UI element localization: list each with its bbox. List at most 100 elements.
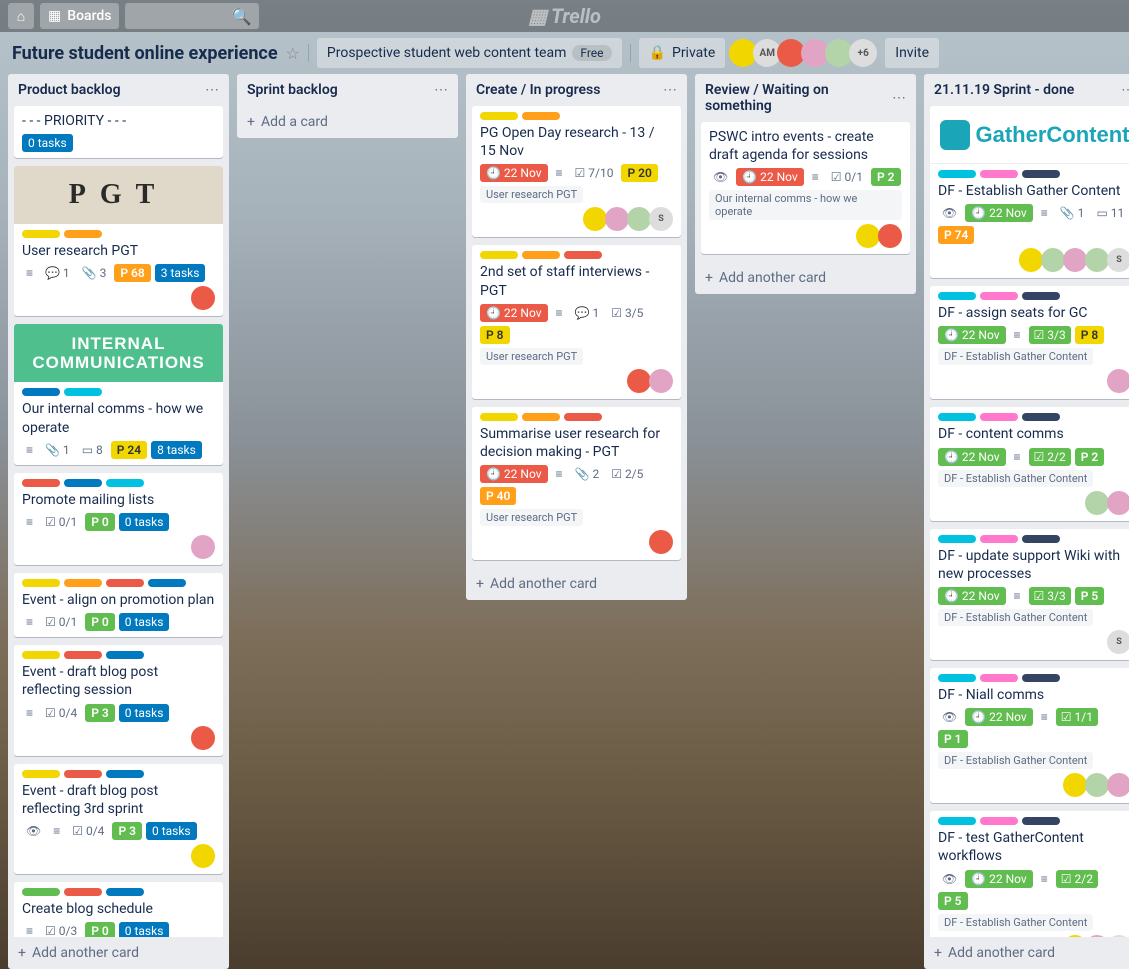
- label-teal[interactable]: [938, 413, 976, 421]
- label-blue[interactable]: [106, 770, 144, 778]
- privacy-pill[interactable]: 🔒Private: [639, 38, 726, 68]
- member-avatar[interactable]: S: [1107, 248, 1129, 272]
- label-teal[interactable]: [938, 535, 976, 543]
- label-navy[interactable]: [1022, 674, 1060, 682]
- member-avatar[interactable]: [627, 369, 651, 393]
- member-avatar[interactable]: [1085, 773, 1109, 797]
- card[interactable]: 2nd set of staff interviews - PGT🕘 22 No…: [472, 245, 681, 398]
- list-title[interactable]: 21.11.19 Sprint - done: [934, 82, 1074, 98]
- label-red[interactable]: [64, 888, 102, 896]
- label-orange[interactable]: [64, 230, 102, 238]
- label-pink[interactable]: [980, 413, 1018, 421]
- add-card-button[interactable]: +Add another card: [8, 937, 229, 969]
- member-avatar[interactable]: [1085, 491, 1109, 515]
- card[interactable]: Event - draft blog post reflecting sessi…: [14, 645, 223, 755]
- label-teal[interactable]: [64, 388, 102, 396]
- label-red[interactable]: [64, 651, 102, 659]
- label-yellow[interactable]: [22, 579, 60, 587]
- member-avatar[interactable]: [191, 286, 215, 310]
- star-button[interactable]: ☆: [286, 44, 300, 63]
- member-avatar[interactable]: [191, 726, 215, 750]
- label-green[interactable]: [22, 888, 60, 896]
- member-avatar[interactable]: [627, 207, 651, 231]
- card[interactable]: DF - assign seats for GC🕘 22 Nov≡☑ 3/3P …: [930, 286, 1129, 399]
- member-avatar[interactable]: [878, 224, 902, 248]
- add-card-button[interactable]: +Add another card: [695, 262, 916, 294]
- member-avatar[interactable]: [1063, 248, 1087, 272]
- label-navy[interactable]: [1022, 170, 1060, 178]
- boards-button[interactable]: ▦Boards: [40, 3, 119, 29]
- search-input[interactable]: 🔍: [125, 3, 259, 29]
- add-card-button[interactable]: +Add another card: [466, 568, 687, 600]
- label-red[interactable]: [64, 770, 102, 778]
- label-blue[interactable]: [106, 888, 144, 896]
- label-pink[interactable]: [980, 817, 1018, 825]
- member-avatar[interactable]: S: [1107, 630, 1129, 654]
- label-yellow[interactable]: [22, 230, 60, 238]
- member-avatar[interactable]: [1019, 248, 1043, 272]
- label-blue[interactable]: [64, 479, 102, 487]
- label-navy[interactable]: [1022, 817, 1060, 825]
- label-red[interactable]: [564, 413, 602, 421]
- label-red[interactable]: [106, 579, 144, 587]
- member-avatar[interactable]: [1085, 248, 1109, 272]
- list-menu-icon[interactable]: ⋯: [892, 90, 906, 106]
- list-menu-icon[interactable]: ⋯: [434, 82, 448, 98]
- member-avatars[interactable]: AM +6: [733, 39, 877, 67]
- label-orange[interactable]: [522, 251, 560, 259]
- add-card-button[interactable]: +Add a card: [237, 106, 458, 138]
- label-orange[interactable]: [64, 579, 102, 587]
- card[interactable]: PGTUser research PGT≡💬 1📎 3P 683 tasks: [14, 166, 223, 316]
- card[interactable]: GatherContentDF - Establish Gather Conte…: [930, 106, 1129, 278]
- list-title[interactable]: Review / Waiting on something: [705, 82, 892, 114]
- list-title[interactable]: Product backlog: [18, 82, 121, 98]
- label-blue[interactable]: [22, 388, 60, 396]
- card[interactable]: DF - test GatherContent workflows👁🕘 22 N…: [930, 811, 1129, 937]
- list-menu-icon[interactable]: ⋯: [1121, 82, 1129, 98]
- list-title[interactable]: Sprint backlog: [247, 82, 338, 98]
- label-pink[interactable]: [980, 170, 1018, 178]
- card[interactable]: PSWC intro events - create draft agenda …: [701, 122, 910, 254]
- board-title[interactable]: Future student online experience: [12, 43, 278, 64]
- member-avatar[interactable]: [191, 844, 215, 868]
- label-yellow[interactable]: [480, 413, 518, 421]
- card[interactable]: DF - Niall comms👁🕘 22 Nov≡☑ 1/1P 1DF - E…: [930, 668, 1129, 803]
- label-teal[interactable]: [938, 674, 976, 682]
- card[interactable]: - - - PRIORITY - - -0 tasks: [14, 106, 223, 158]
- label-yellow[interactable]: [22, 770, 60, 778]
- card[interactable]: Event - draft blog post reflecting 3rd s…: [14, 764, 223, 874]
- card[interactable]: Summarise user research for decision mak…: [472, 407, 681, 560]
- label-navy[interactable]: [1022, 292, 1060, 300]
- card[interactable]: Event - align on promotion plan≡☑ 0/1P 0…: [14, 573, 223, 637]
- member-avatar[interactable]: [1107, 491, 1129, 515]
- invite-button[interactable]: Invite: [885, 38, 939, 68]
- member-avatar[interactable]: [856, 224, 880, 248]
- label-teal[interactable]: [938, 170, 976, 178]
- add-card-button[interactable]: +Add another card: [924, 937, 1129, 969]
- member-avatar[interactable]: [191, 535, 215, 559]
- label-teal[interactable]: [106, 479, 144, 487]
- label-orange[interactable]: [522, 112, 560, 120]
- card[interactable]: DF - update support Wiki with new proces…: [930, 529, 1129, 660]
- label-teal[interactable]: [938, 292, 976, 300]
- label-yellow[interactable]: [480, 251, 518, 259]
- label-blue[interactable]: [106, 651, 144, 659]
- label-red[interactable]: [564, 251, 602, 259]
- card[interactable]: DF - content comms🕘 22 Nov≡☑ 2/2P 2DF - …: [930, 407, 1129, 520]
- member-avatar[interactable]: [605, 207, 629, 231]
- label-orange[interactable]: [522, 413, 560, 421]
- member-avatar[interactable]: [649, 369, 673, 393]
- label-pink[interactable]: [980, 292, 1018, 300]
- card[interactable]: Create blog schedule≡☑ 0/3P 00 tasks: [14, 882, 223, 937]
- label-teal[interactable]: [938, 817, 976, 825]
- card[interactable]: Promote mailing lists≡☑ 0/1P 00 tasks: [14, 473, 223, 565]
- list-title[interactable]: Create / In progress: [476, 82, 600, 98]
- home-button[interactable]: ⌂: [8, 3, 34, 29]
- label-red[interactable]: [22, 479, 60, 487]
- team-pill[interactable]: Prospective student web content teamFree: [317, 38, 622, 68]
- label-pink[interactable]: [980, 535, 1018, 543]
- avatar-more[interactable]: +6: [849, 39, 877, 67]
- member-avatar[interactable]: [649, 530, 673, 554]
- member-avatar[interactable]: [1107, 773, 1129, 797]
- label-blue[interactable]: [148, 579, 186, 587]
